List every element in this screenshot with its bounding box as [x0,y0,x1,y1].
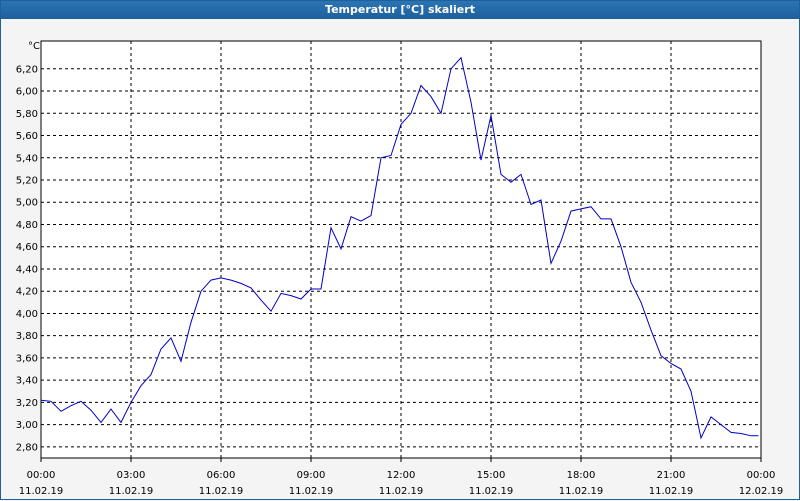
y-axis-unit-label: °C [28,41,40,52]
y-tick-label: 5,60 [16,131,38,142]
y-tick-label: 3,80 [16,331,38,342]
x-tick-date: 11.02.19 [469,486,514,497]
y-tick-label: 5,40 [16,153,38,164]
y-tick-label: 3,20 [16,398,38,409]
x-tick-time: 21:00 [657,470,686,481]
x-tick-time: 00:00 [747,470,776,481]
x-tick-date: 11.02.19 [559,486,604,497]
x-tick-time: 06:00 [207,470,236,481]
x-tick-time: 00:00 [27,470,56,481]
x-tick-time: 03:00 [117,470,146,481]
y-tick-label: 5,20 [16,176,38,187]
y-tick-label: 5,80 [16,109,38,120]
x-tick-date: 11.02.19 [379,486,424,497]
x-tick-time: 12:00 [387,470,416,481]
x-tick-time: 09:00 [297,470,326,481]
y-tick-label: 5,00 [16,198,38,209]
y-tick-label: 3,60 [16,353,38,364]
y-tick-label: 3,00 [16,420,38,431]
y-tick-label: 3,40 [16,376,38,387]
x-tick-date: 11.02.19 [289,486,334,497]
y-tick-label: 4,80 [16,220,38,231]
x-tick-date: 11.02.19 [199,486,244,497]
y-tick-label: 6,00 [16,87,38,98]
x-tick-date: 11.02.19 [649,486,694,497]
y-tick-label: 4,60 [16,242,38,253]
chart-canvas: 2,80 3,00 3,20 3,40 3,60 3,80 4,00 4,20 4,40 4,60… [16,40,784,497]
x-tick-date: 11.02.19 [109,486,154,497]
x-tick-date: 12.02.19 [739,486,784,497]
y-tick-label: 4,40 [16,264,38,275]
x-tick-date: 11.02.19 [19,486,64,497]
y-tick-label: 4,20 [16,287,38,298]
y-tick-label: 2,80 [16,442,38,453]
x-tick-time: 18:00 [567,470,596,481]
y-tick-label: 4,00 [16,309,38,320]
chart-window: Temperatur [°C] skaliert 2,80 3,00 3,20 3,4… [0,0,800,500]
y-tick-label: 6,20 [16,64,38,75]
x-tick-time: 15:00 [477,470,506,481]
